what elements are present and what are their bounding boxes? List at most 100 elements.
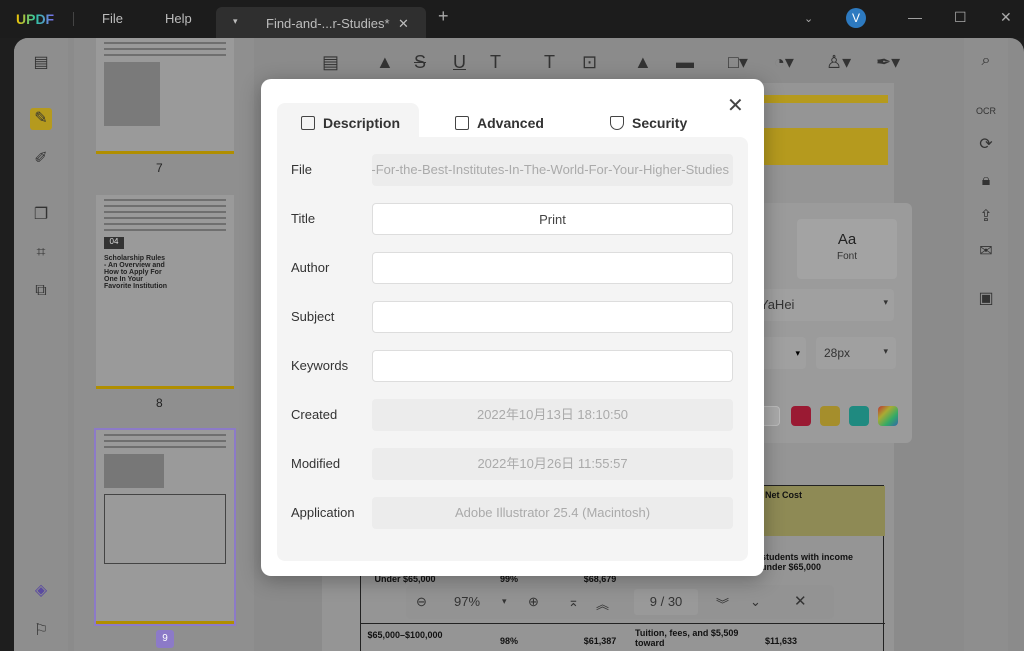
table-cell: students with income under $65,000: [761, 552, 854, 572]
zoom-dropdown-icon[interactable]: ▾: [502, 596, 507, 607]
field-row-application: Application Adobe Illustrator 25.4 (Macin…: [277, 497, 748, 529]
table-cell: Tuition, fees, and $5,509 toward: [631, 623, 761, 651]
application-label: Application: [291, 505, 355, 520]
comment-highlight-icon[interactable]: ✎: [30, 108, 52, 130]
strikethrough-icon[interactable]: S: [414, 52, 426, 73]
organize-pages-icon[interactable]: ❐: [30, 204, 52, 226]
close-window-icon[interactable]: ✕: [1000, 9, 1012, 26]
crop-icon[interactable]: ⌗: [30, 242, 52, 264]
color-swatch-teal[interactable]: [849, 406, 869, 426]
page-input[interactable]: 9 / 30: [634, 589, 698, 615]
field-row-modified: Modified 2022年10月26日 11:55:57: [277, 448, 748, 480]
thumbnail-panel: 7 04 Scholarship Rules - An Overview and …: [74, 38, 254, 651]
save-icon[interactable]: ▣: [975, 288, 997, 310]
author-input[interactable]: [372, 252, 733, 284]
close-zoombar-icon[interactable]: ✕: [794, 592, 807, 610]
minimize-icon[interactable]: —: [908, 9, 922, 25]
layers-icon[interactable]: ◈: [30, 580, 52, 602]
thumbnail-page-9[interactable]: [94, 428, 236, 626]
table-header: Net Cost: [761, 486, 885, 536]
chevron-down-icon[interactable]: ⌄: [804, 12, 813, 25]
right-toolbar: ⌕ OCR ⟳ 🔒︎ ⇪ ✉ ▣: [964, 38, 1008, 651]
field-row-title: Title Print: [277, 203, 748, 235]
divider: [73, 12, 74, 26]
total-pages: 30: [667, 594, 683, 609]
page-number: 8: [156, 396, 163, 410]
maximize-icon[interactable]: ☐: [954, 9, 967, 26]
pencil-icon[interactable]: ▲: [634, 52, 652, 73]
file-label: File: [291, 162, 312, 177]
title-bar: UPDF File Help ▾ Find-and-...r-Studies* …: [0, 0, 1024, 38]
highlight-icon[interactable]: ▲: [376, 52, 394, 73]
signature-icon[interactable]: ✒▾: [876, 52, 900, 73]
avatar[interactable]: V: [846, 8, 866, 28]
color-swatch-yellow[interactable]: [820, 406, 840, 426]
modified-label: Modified: [291, 456, 341, 471]
file-value: y-For-the-Best-Institutes-In-The-World-F…: [372, 154, 733, 186]
font-family-select[interactable]: YaHei ▾: [754, 289, 894, 321]
table-cell: $61,387: [569, 623, 631, 651]
thumbnail-page-8[interactable]: 04 Scholarship Rules - An Overview and Ho…: [96, 195, 234, 389]
modified-value: 2022年10月26日 11:55:57: [372, 448, 733, 480]
shape-icon[interactable]: □▾: [728, 52, 748, 73]
title-input[interactable]: Print: [372, 203, 733, 235]
keywords-input[interactable]: [372, 350, 733, 382]
convert-file-icon[interactable]: ⟳: [975, 134, 997, 156]
zoom-navigation-bar: ⊖ 97% ▾ ⊕ ⌅ ︽ 9 / 30 ︾ ⌄ ✕: [406, 585, 834, 619]
share-icon[interactable]: ⇪: [975, 206, 997, 228]
textbox-icon[interactable]: ⊡: [582, 52, 597, 73]
search-icon[interactable]: ⌕: [975, 50, 997, 72]
description-panel: File y-For-the-Best-Institutes-In-The-Wor…: [277, 137, 748, 561]
thumbnail-page-7[interactable]: [96, 38, 234, 154]
color-picker-rainbow[interactable]: [878, 406, 898, 426]
edit-icon[interactable]: ✐: [30, 148, 52, 170]
field-row-created: Created 2022年10月13日 18:10:50: [277, 399, 748, 431]
new-tab-icon[interactable]: +: [438, 6, 449, 27]
keywords-label: Keywords: [291, 358, 349, 373]
bookmark-icon[interactable]: ⚐: [30, 620, 52, 642]
last-page-icon[interactable]: ⌄: [750, 594, 761, 610]
subject-input[interactable]: [372, 301, 733, 333]
reader-icon[interactable]: ▤: [30, 52, 52, 74]
subject-label: Subject: [291, 309, 335, 324]
zoom-value[interactable]: 97%: [454, 594, 480, 609]
menu-help[interactable]: Help: [165, 11, 192, 26]
table-cell: 98%: [449, 623, 569, 651]
eraser-icon[interactable]: ▬: [676, 52, 694, 73]
stamp-icon[interactable]: ♙▾: [826, 52, 851, 73]
description-icon: [301, 116, 315, 130]
font-label: Font: [836, 251, 857, 262]
field-row-subject: Subject: [277, 301, 748, 333]
close-tab-icon[interactable]: ✕: [398, 16, 409, 32]
font-size-select[interactable]: 28px ▾: [816, 337, 896, 369]
current-page-marker: 9: [156, 630, 174, 648]
note-icon[interactable]: ▤: [322, 52, 339, 73]
previous-page-icon[interactable]: ︽: [596, 594, 609, 613]
zoom-out-icon[interactable]: ⊖: [416, 594, 427, 610]
next-page-icon[interactable]: ︾: [716, 594, 729, 613]
close-icon[interactable]: ✕: [727, 93, 744, 118]
zoom-in-icon[interactable]: ⊕: [528, 594, 539, 610]
menu-file[interactable]: File: [102, 11, 123, 26]
protect-file-icon[interactable]: 🔒︎: [975, 170, 997, 192]
tab-label: Description: [323, 115, 401, 131]
title-label: Title: [291, 211, 316, 226]
text-icon[interactable]: T: [544, 52, 555, 73]
ocr-icon[interactable]: OCR: [975, 100, 997, 122]
tab-dropdown-icon[interactable]: ▾: [233, 16, 238, 27]
application-value: Adobe Illustrator 25.4 (Macintosh): [372, 497, 733, 529]
left-toolbar: ▤ ✎ ✐ ❐ ⌗ ⧉ ◈ ⚐: [14, 38, 68, 651]
convert-icon[interactable]: ⧉: [30, 280, 52, 302]
color-swatch-red[interactable]: [791, 406, 811, 426]
email-icon[interactable]: ✉: [975, 241, 997, 263]
thumbnail-heading: Scholarship Rules - An Overview and How …: [104, 255, 167, 290]
font-family-value: YaHei: [760, 297, 795, 312]
underline-icon[interactable]: U: [453, 52, 466, 73]
document-tab[interactable]: ▾ Find-and-...r-Studies* ✕: [216, 7, 426, 38]
squiggly-icon[interactable]: T: [490, 52, 501, 73]
sticker-icon[interactable]: ◔▾: [774, 52, 794, 73]
font-tab[interactable]: Aa Font: [797, 219, 897, 279]
created-value: 2022年10月13日 18:10:50: [372, 399, 733, 431]
updf-logo: UPDF: [16, 11, 55, 27]
first-page-icon[interactable]: ⌅: [568, 594, 579, 610]
